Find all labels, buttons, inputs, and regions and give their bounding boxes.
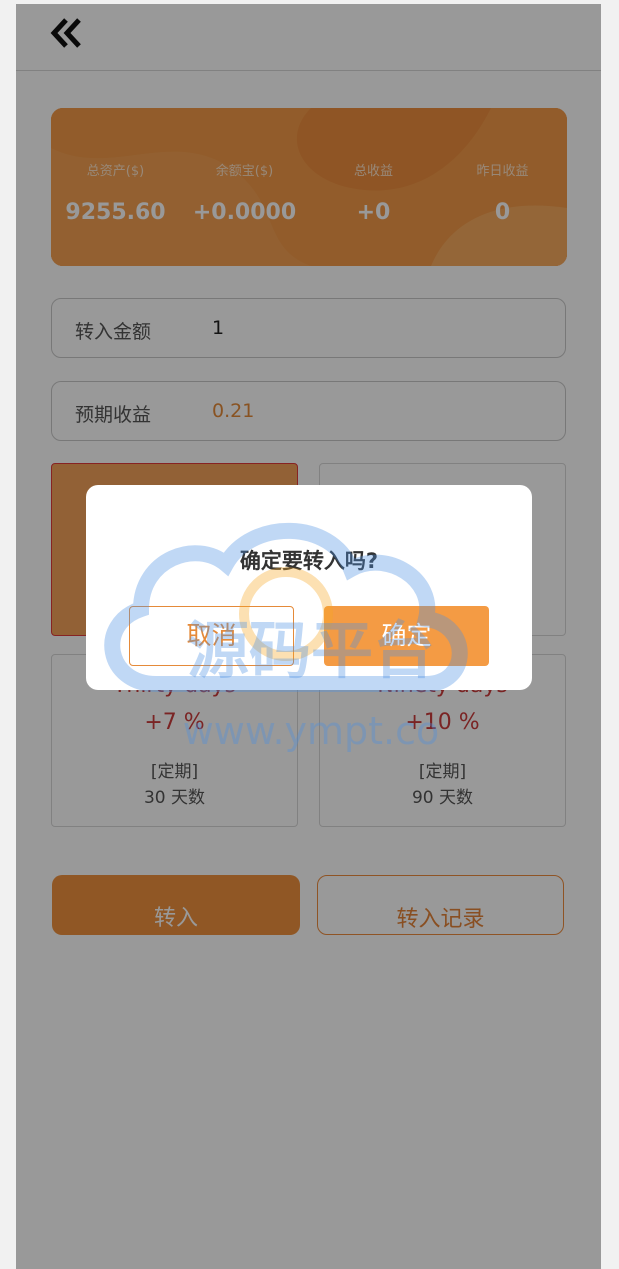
confirm-dialog: 确定要转入吗? 取消 确定 (86, 485, 532, 690)
confirm-button[interactable]: 确定 (324, 606, 489, 666)
cancel-button[interactable]: 取消 (129, 606, 294, 666)
dialog-title: 确定要转入吗? (239, 549, 379, 573)
app-screen: 总资产($) 9255.60 余额宝($) +0.0000 总收益 +0 昨日收… (16, 4, 601, 1269)
